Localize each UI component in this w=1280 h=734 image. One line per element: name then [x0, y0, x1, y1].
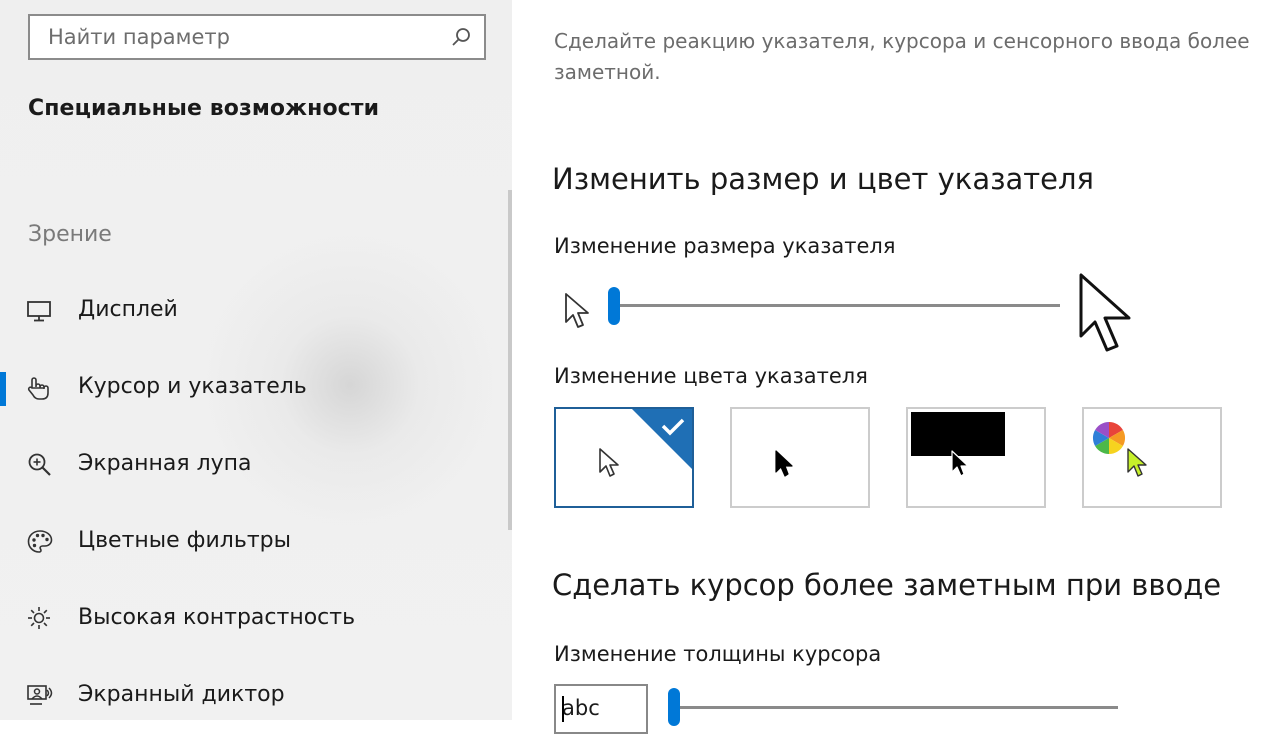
hand-pointer-icon — [27, 377, 49, 400]
search-input[interactable] — [30, 16, 450, 58]
white-pointer-icon — [599, 448, 619, 477]
selection-indicator — [0, 372, 6, 406]
sidebar-item-narrator[interactable]: Экранный диктор — [0, 666, 500, 720]
sidebar-item-high-contrast[interactable]: Высокая контрастность — [0, 589, 500, 649]
sidebar-item-label: Экранная лупа — [78, 451, 252, 476]
selected-checkmark-icon — [632, 409, 692, 469]
lime-pointer-icon — [1127, 448, 1147, 477]
large-pointer-icon — [1079, 273, 1131, 352]
cursor-thickness-slider[interactable] — [668, 684, 1118, 726]
text-caret — [562, 696, 564, 722]
slider-thumb[interactable] — [668, 688, 680, 726]
narrator-icon — [27, 685, 53, 705]
cursor-thickness-label: Изменение толщины курсора — [554, 642, 882, 666]
pointer-color-label: Изменение цвета указателя — [554, 364, 868, 388]
slider-track — [668, 706, 1118, 709]
slider-track — [608, 304, 1060, 307]
sidebar-item-display[interactable]: Дисплей — [0, 281, 500, 341]
sidebar-item-label: Курсор и указатель — [78, 374, 307, 399]
slider-thumb[interactable] — [608, 287, 620, 325]
pointer-color-inverted[interactable] — [906, 407, 1046, 508]
pointer-color-custom[interactable] — [1082, 407, 1222, 508]
pointer-color-white[interactable] — [554, 407, 694, 508]
small-pointer-icon — [565, 293, 589, 328]
section-heading-text-cursor: Сделать курсор более заметным при вводе — [552, 568, 1222, 602]
pointer-color-black[interactable] — [730, 407, 870, 508]
page-description: Сделайте реакцию указателя, курсора и се… — [554, 29, 1250, 84]
sidebar-item-magnifier[interactable]: Экранная лупа — [0, 435, 500, 495]
group-label-vision: Зрение — [28, 222, 112, 247]
palette-icon — [27, 530, 53, 553]
pointer-size-label: Изменение размера указателя — [554, 234, 896, 258]
color-wheel-icon — [1092, 421, 1126, 455]
sidebar-item-color-filters[interactable]: Цветные фильтры — [0, 512, 500, 572]
section-heading-pointer: Изменить размер и цвет указателя — [552, 162, 1094, 196]
black-pointer-icon — [775, 450, 793, 477]
sidebar-item-label: Цветные фильтры — [78, 528, 291, 553]
main-content: Сделайте реакцию указателя, курсора и се… — [512, 0, 1280, 734]
pointer-size-slider[interactable] — [608, 285, 1060, 327]
cursor-thickness-preview: abc — [554, 684, 648, 734]
search-icon[interactable] — [450, 26, 472, 48]
monitor-icon — [27, 301, 51, 322]
search-box[interactable] — [28, 14, 486, 60]
inverted-pointer-icon — [951, 450, 969, 477]
magnifier-icon — [28, 453, 51, 476]
page-title[interactable]: Специальные возможности — [28, 96, 379, 121]
sidebar: Специальные возможности Зрение Дисплей К… — [0, 0, 512, 720]
sidebar-item-label: Дисплей — [78, 297, 178, 322]
brightness-icon — [28, 607, 50, 629]
sidebar-item-label: Экранный диктор — [78, 682, 285, 707]
sidebar-item-label: Высокая контрастность — [78, 605, 356, 630]
sidebar-item-cursor-pointer[interactable]: Курсор и указатель — [0, 358, 500, 418]
preview-text: abc — [562, 696, 600, 720]
